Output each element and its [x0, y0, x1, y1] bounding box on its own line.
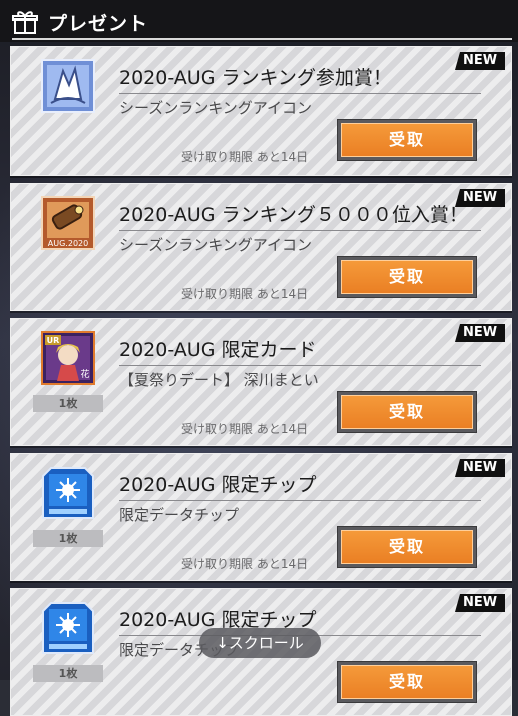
- receive-button-label: 受取: [341, 665, 473, 699]
- present-card: NEW 2020-AUG ランキング参加賞！ シーズンランキングアイコン 受け取…: [10, 46, 512, 176]
- data-chip-icon: [42, 602, 94, 654]
- title-divider: [119, 500, 481, 501]
- quantity-label: 1枚: [33, 530, 103, 547]
- data-chip-icon: [42, 467, 94, 519]
- quantity-label: 1枚: [33, 665, 103, 682]
- scroll-hint[interactable]: ↓スクロール: [199, 628, 321, 658]
- item-title: 2020-AUG ランキング参加賞！: [119, 67, 392, 89]
- title-divider: [119, 365, 481, 366]
- rarity-tag: UR: [47, 336, 60, 345]
- icon-caption: AUG.2020: [48, 239, 88, 248]
- new-badge: NEW: [455, 52, 505, 70]
- expire-text: 受け取り期限 あと14日: [181, 287, 309, 301]
- ur-card-icon: UR 花: [41, 331, 95, 385]
- new-badge: NEW: [455, 324, 505, 342]
- receive-button[interactable]: 受取: [337, 119, 477, 161]
- ranking-5000-icon: AUG.2020: [41, 196, 95, 250]
- item-subtitle: シーズンランキングアイコン: [119, 236, 313, 254]
- present-card: NEW 1枚 2020-AUG 限定チップ 限定データチップ 受け取り期限 あと…: [10, 453, 512, 581]
- receive-button-label: 受取: [341, 530, 473, 564]
- item-subtitle: 【夏祭りデート】 深川まとい: [119, 371, 319, 389]
- receive-button-label: 受取: [341, 123, 473, 157]
- title-divider: [119, 93, 481, 94]
- expire-text: 受け取り期限 あと14日: [181, 422, 309, 436]
- present-card: NEW UR 花 1枚 2020-AUG 限定カード 【夏祭りデート】 深川まと…: [10, 318, 512, 446]
- receive-button-label: 受取: [341, 395, 473, 429]
- page-title: プレゼント: [48, 13, 149, 35]
- receive-button[interactable]: 受取: [337, 661, 477, 703]
- item-title: 2020-AUG ランキング５０００位入賞！: [119, 204, 468, 226]
- item-title: 2020-AUG 限定カード: [119, 339, 317, 361]
- new-badge: NEW: [455, 594, 505, 612]
- header-bar: プレゼント: [0, 0, 518, 42]
- present-card: NEW AUG.2020 2020-AUG ランキング５０００位入賞！ シーズン…: [10, 183, 512, 311]
- new-badge: NEW: [455, 459, 505, 477]
- gift-icon: [12, 11, 38, 34]
- expire-text: 受け取り期限 あと14日: [181, 150, 309, 164]
- ranking-badge-icon: [41, 59, 95, 113]
- item-subtitle: シーズンランキングアイコン: [119, 99, 313, 117]
- receive-button[interactable]: 受取: [337, 391, 477, 433]
- receive-button-label: 受取: [341, 260, 473, 294]
- title-divider: [119, 230, 481, 231]
- expire-text: 受け取り期限 あと14日: [181, 557, 309, 571]
- quantity-label: 1枚: [33, 395, 103, 412]
- item-title: 2020-AUG 限定チップ: [119, 474, 317, 496]
- receive-button[interactable]: 受取: [337, 256, 477, 298]
- receive-button[interactable]: 受取: [337, 526, 477, 568]
- item-subtitle: 限定データチップ: [119, 506, 240, 524]
- attribute-tag: 花: [80, 368, 89, 380]
- header-divider: [12, 38, 512, 40]
